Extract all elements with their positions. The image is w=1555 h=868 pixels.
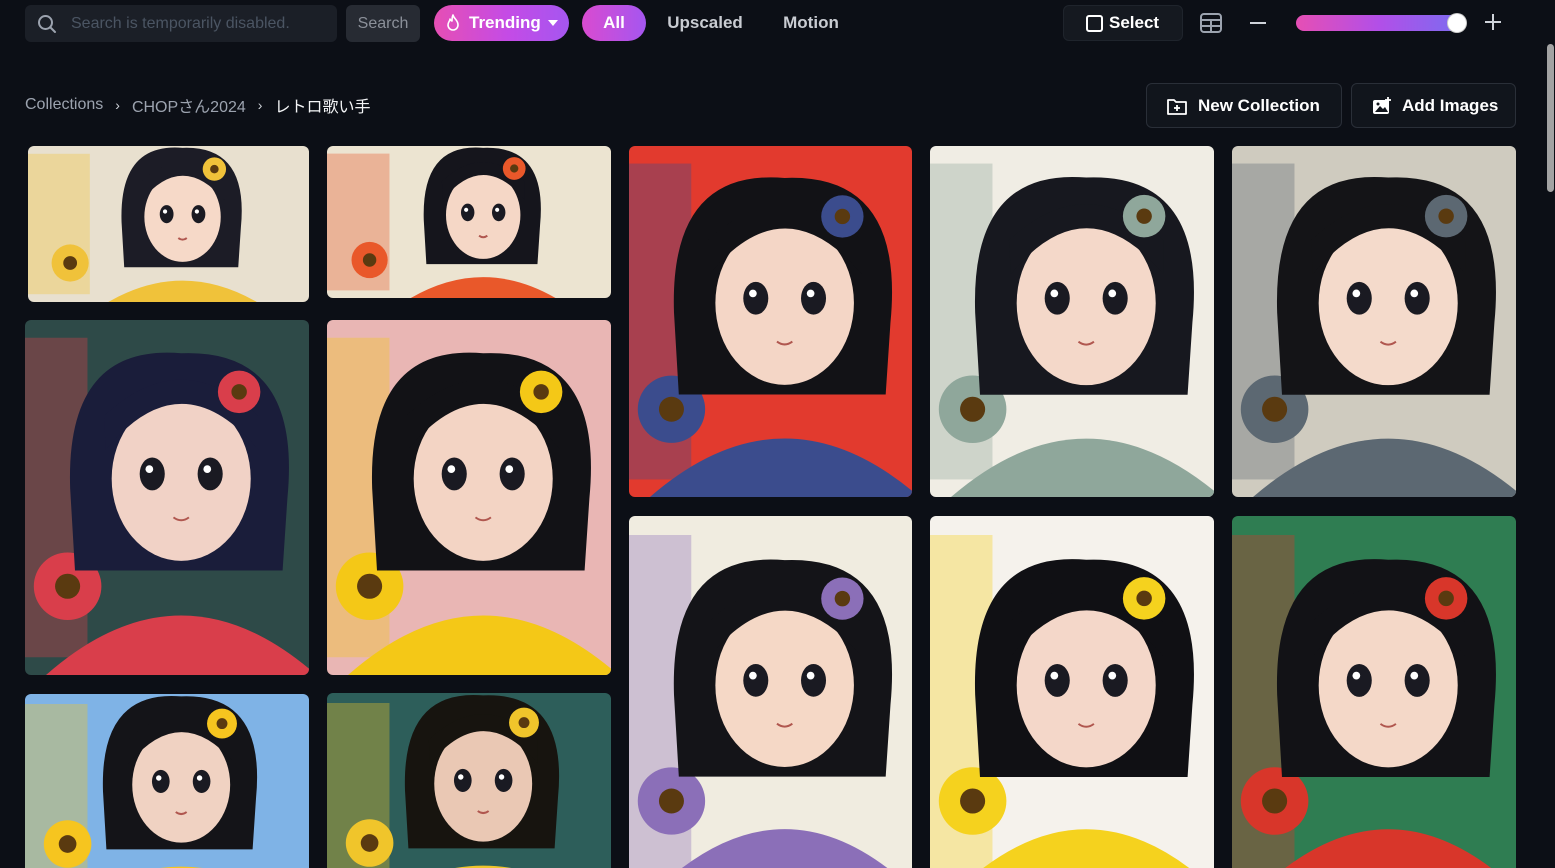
search-button[interactable]: Search bbox=[346, 5, 420, 42]
zoom-in-icon[interactable] bbox=[1485, 14, 1501, 30]
new-collection-label: New Collection bbox=[1198, 95, 1320, 115]
breadcrumb-parent-collection[interactable]: CHOPさん2024 bbox=[132, 93, 246, 117]
anime-illustration bbox=[1232, 146, 1516, 497]
anime-illustration bbox=[930, 146, 1214, 497]
top-toolbar: Search Trending All Upscaled Motion Sele… bbox=[0, 0, 1555, 48]
page-scrollbar[interactable] bbox=[1546, 44, 1555, 868]
add-images-button[interactable]: Add Images bbox=[1351, 83, 1516, 128]
search-icon bbox=[38, 15, 56, 33]
gallery-image[interactable] bbox=[25, 320, 309, 675]
search-input[interactable] bbox=[71, 5, 331, 42]
anime-illustration bbox=[930, 516, 1214, 868]
slider-track bbox=[1296, 15, 1462, 31]
gallery-image[interactable] bbox=[327, 693, 611, 868]
gallery-image[interactable] bbox=[629, 146, 912, 497]
anime-illustration bbox=[25, 694, 309, 868]
chevron-right-icon: › bbox=[115, 97, 120, 113]
anime-illustration bbox=[28, 146, 309, 302]
chevron-right-icon: › bbox=[257, 97, 263, 113]
flame-icon bbox=[447, 14, 459, 31]
gallery-image[interactable] bbox=[930, 516, 1214, 868]
anime-illustration bbox=[327, 146, 611, 298]
breadcrumb: Collections › CHOPさん2024 › レトロ歌い手 bbox=[25, 93, 370, 117]
gallery-image[interactable] bbox=[28, 146, 309, 302]
grid-layout-icon[interactable] bbox=[1200, 13, 1222, 33]
chevron-down-icon bbox=[547, 20, 558, 26]
gallery-image[interactable] bbox=[327, 146, 611, 298]
anime-illustration bbox=[327, 320, 611, 675]
gallery-image[interactable] bbox=[629, 516, 912, 868]
breadcrumb-current: レトロ歌い手 bbox=[274, 99, 371, 116]
sort-label: Trending bbox=[469, 13, 541, 32]
checkbox-icon bbox=[1086, 14, 1103, 32]
anime-illustration bbox=[327, 693, 611, 868]
anime-illustration bbox=[25, 320, 309, 675]
slider-thumb[interactable] bbox=[1448, 14, 1466, 32]
select-button[interactable]: Select bbox=[1063, 5, 1183, 41]
scrollbar-thumb[interactable] bbox=[1547, 44, 1554, 192]
gallery-image[interactable] bbox=[1232, 516, 1516, 868]
tab-motion[interactable]: Motion bbox=[776, 5, 846, 41]
image-plus-icon bbox=[1373, 96, 1391, 114]
sort-trending-dropdown[interactable]: Trending bbox=[434, 5, 569, 41]
tab-upscaled[interactable]: Upscaled bbox=[660, 5, 750, 41]
zoom-out-icon[interactable] bbox=[1250, 22, 1266, 24]
breadcrumb-collections[interactable]: Collections bbox=[25, 96, 103, 114]
select-label: Select bbox=[1109, 13, 1160, 32]
gallery-image[interactable] bbox=[327, 320, 611, 675]
gallery-image[interactable] bbox=[25, 694, 309, 868]
gallery-image[interactable] bbox=[930, 146, 1214, 497]
anime-illustration bbox=[629, 516, 912, 868]
anime-illustration bbox=[1232, 516, 1516, 868]
add-images-label: Add Images bbox=[1402, 95, 1499, 115]
gallery-image[interactable] bbox=[1232, 146, 1516, 497]
tab-all[interactable]: All bbox=[582, 5, 646, 41]
anime-illustration bbox=[629, 146, 912, 497]
image-gallery bbox=[0, 145, 1546, 868]
folder-plus-icon bbox=[1167, 98, 1187, 115]
zoom-slider[interactable] bbox=[1296, 14, 1468, 32]
new-collection-button[interactable]: New Collection bbox=[1146, 83, 1342, 128]
search-box[interactable] bbox=[25, 5, 337, 42]
